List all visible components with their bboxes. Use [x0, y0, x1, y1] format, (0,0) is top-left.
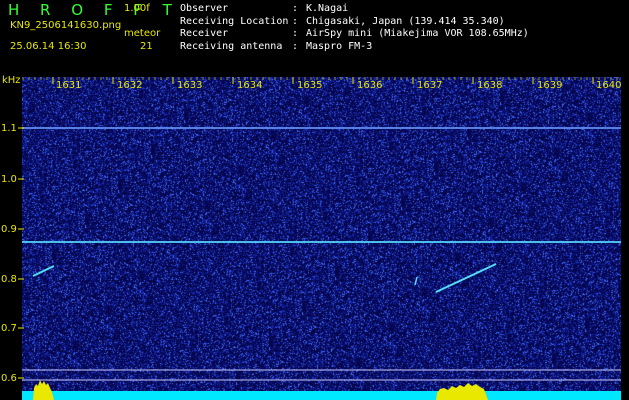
- y-tick-label: 0.9: [1, 224, 17, 235]
- x-tick-label: 1633: [177, 80, 203, 91]
- x-tick-label: 1638: [477, 80, 503, 91]
- x-tick-label: 1632: [117, 80, 143, 91]
- x-tick-label: 1634: [237, 80, 263, 91]
- x-tick-label: 1639: [537, 80, 563, 91]
- bottom-signal-band: [22, 391, 621, 400]
- signal-peak-right: [436, 383, 488, 400]
- meteor-echo-3: [414, 276, 418, 286]
- x-tick-label: 1640: [596, 80, 622, 91]
- y-tick-label: 0.8: [1, 274, 17, 285]
- y-tick-label: 0.6: [1, 373, 17, 384]
- meteor-echo-1: [32, 265, 55, 277]
- frequency-unit-label: kHz: [2, 75, 21, 86]
- x-tick-label: 1631: [56, 80, 82, 91]
- y-tick-label: 1.1: [1, 123, 17, 134]
- meteor-echo-2: [435, 263, 497, 293]
- y-tick-label: 1.0: [1, 174, 17, 185]
- x-tick-label: 1635: [297, 80, 323, 91]
- signal-peak-left: [33, 380, 54, 400]
- spectrogram-overlay: [18, 77, 621, 400]
- y-tick-label: 0.7: [1, 323, 17, 334]
- y-axis-ticks: [18, 127, 24, 379]
- x-tick-label: 1637: [417, 80, 443, 91]
- x-tick-label: 1636: [357, 80, 383, 91]
